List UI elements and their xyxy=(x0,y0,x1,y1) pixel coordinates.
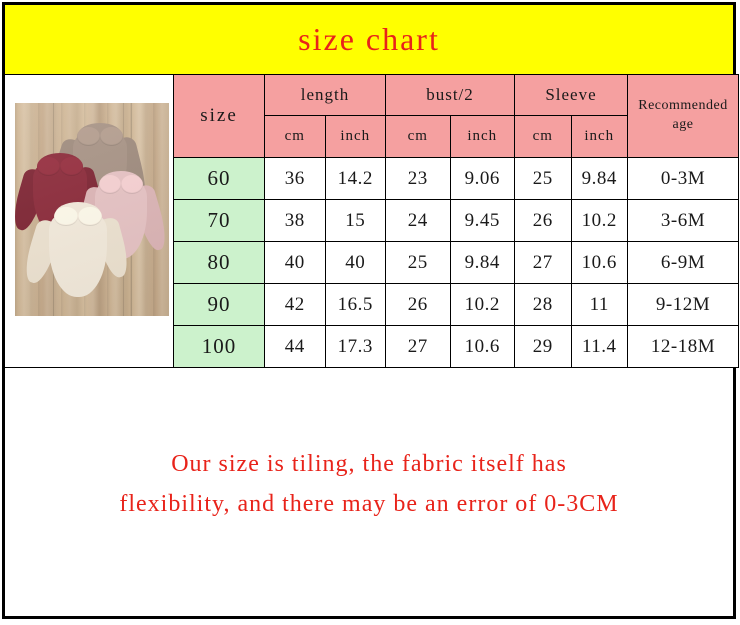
cell-sleeve-inch: 9.84 xyxy=(570,157,628,200)
cell-bust-cm: 25 xyxy=(385,241,451,284)
header-group-sleeve: Sleeve xyxy=(514,74,628,116)
size-note-line-2: flexibility, and there may be an error o… xyxy=(119,490,619,517)
cell-sleeve-cm: 27 xyxy=(514,241,572,284)
header-bust-inch: inch xyxy=(449,115,515,158)
cell-sleeve-inch: 11 xyxy=(570,283,628,326)
header-group-length: length xyxy=(264,74,386,116)
cell-age: 12-18M xyxy=(627,325,739,368)
peter-pan-collar xyxy=(78,123,122,147)
cell-size: 80 xyxy=(173,241,265,284)
cell-sleeve-cm: 28 xyxy=(514,283,572,326)
cell-length-inch: 15 xyxy=(324,199,386,242)
cell-length-cm: 42 xyxy=(264,283,326,326)
table-header-row-groups: size length bust/2 Sleeve Recommended ag… xyxy=(5,74,739,368)
cell-size: 100 xyxy=(173,325,265,368)
cell-bust-inch: 10.6 xyxy=(449,325,515,368)
cell-sleeve-cm: 25 xyxy=(514,157,572,200)
cell-bust-cm: 24 xyxy=(385,199,451,242)
cell-sleeve-cm: 26 xyxy=(514,199,572,242)
size-chart-frame: size chart size length bust/2 Sleeve Rec… xyxy=(2,2,739,619)
cell-age: 9-12M xyxy=(627,283,739,326)
size-note: Our size is tiling, the fabric itself ha… xyxy=(5,445,733,524)
cell-bust-cm: 26 xyxy=(385,283,451,326)
size-chart-table: size length bust/2 Sleeve Recommended ag… xyxy=(5,74,739,368)
cell-size: 70 xyxy=(173,199,265,242)
cell-bust-cm: 27 xyxy=(385,325,451,368)
cell-age: 3-6M xyxy=(627,199,739,242)
cell-size: 60 xyxy=(173,157,265,200)
cell-sleeve-inch: 10.2 xyxy=(570,199,628,242)
cell-age: 6-9M xyxy=(627,241,739,284)
product-photo xyxy=(15,103,169,316)
cell-length-cm: 38 xyxy=(264,199,326,242)
cell-length-cm: 36 xyxy=(264,157,326,200)
header-length-cm: cm xyxy=(264,115,326,158)
header-length-inch: inch xyxy=(324,115,386,158)
cell-length-inch: 40 xyxy=(324,241,386,284)
header-bust-cm: cm xyxy=(385,115,451,158)
cell-length-inch: 17.3 xyxy=(324,325,386,368)
peter-pan-collar xyxy=(100,171,142,195)
cell-length-inch: 16.5 xyxy=(324,283,386,326)
title-band: size chart xyxy=(5,5,733,74)
header-sleeve-cm: cm xyxy=(514,115,572,158)
product-photo-cell xyxy=(5,74,174,368)
cell-bust-inch: 9.84 xyxy=(449,241,515,284)
page-title: size chart xyxy=(298,21,440,57)
cell-bust-inch: 9.06 xyxy=(449,157,515,200)
header-group-bust: bust/2 xyxy=(385,74,515,116)
cell-bust-cm: 23 xyxy=(385,157,451,200)
cell-size: 90 xyxy=(173,283,265,326)
header-recommended-age: Recommended age xyxy=(627,74,739,158)
peter-pan-collar xyxy=(38,153,82,177)
header-sleeve-inch: inch xyxy=(570,115,628,158)
cell-sleeve-inch: 11.4 xyxy=(570,325,628,368)
cell-length-cm: 44 xyxy=(264,325,326,368)
cell-age: 0-3M xyxy=(627,157,739,200)
cell-length-cm: 40 xyxy=(264,241,326,284)
header-size: size xyxy=(173,74,265,158)
cell-length-inch: 14.2 xyxy=(324,157,386,200)
size-note-line-1: Our size is tiling, the fabric itself ha… xyxy=(171,451,567,477)
peter-pan-collar xyxy=(55,202,101,227)
cell-sleeve-cm: 29 xyxy=(514,325,572,368)
cell-bust-inch: 9.45 xyxy=(449,199,515,242)
cell-bust-inch: 10.2 xyxy=(449,283,515,326)
cell-sleeve-inch: 10.6 xyxy=(570,241,628,284)
